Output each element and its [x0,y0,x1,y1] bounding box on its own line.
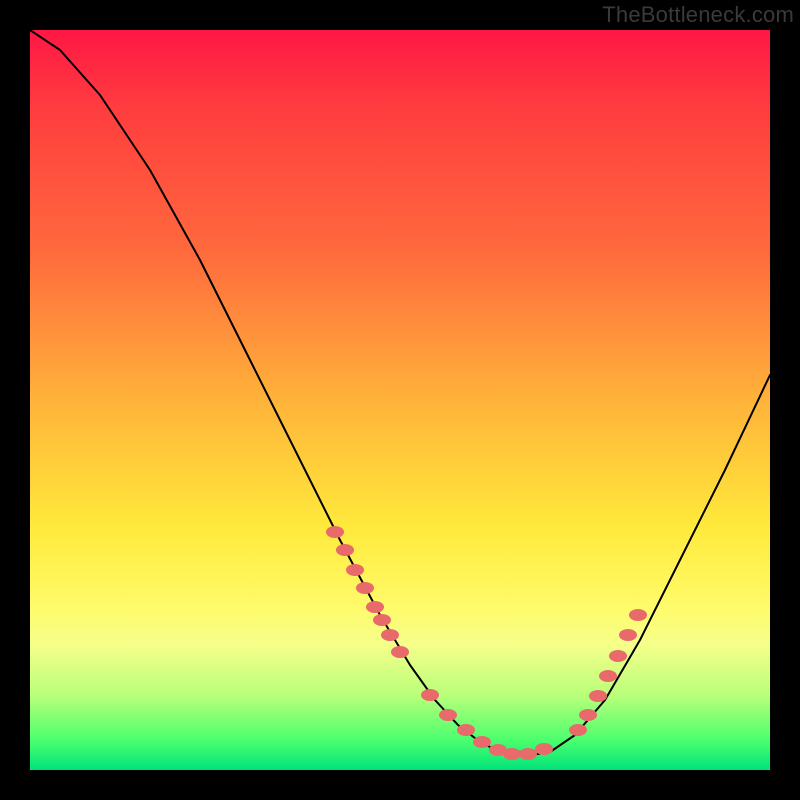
marker-dot [366,601,384,613]
chart-frame [30,30,770,770]
marker-dot [629,609,647,621]
marker-dot [589,690,607,702]
marker-dot [373,614,391,626]
watermark-label: TheBottleneck.com [602,2,794,28]
marker-dot [519,748,537,760]
marker-dot [391,646,409,658]
marker-dot [619,629,637,641]
marker-dot [381,629,399,641]
marker-dot [503,748,521,760]
marker-dot [346,564,364,576]
chart-svg [30,30,770,770]
marker-dot [535,743,553,755]
marker-dot [569,724,587,736]
marker-layer [326,526,647,760]
marker-dot [336,544,354,556]
marker-dot [609,650,627,662]
marker-dot [421,689,439,701]
marker-dot [439,709,457,721]
marker-dot [356,582,374,594]
marker-dot [326,526,344,538]
marker-dot [473,736,491,748]
marker-dot [457,724,475,736]
marker-dot [599,670,617,682]
marker-dot [579,709,597,721]
